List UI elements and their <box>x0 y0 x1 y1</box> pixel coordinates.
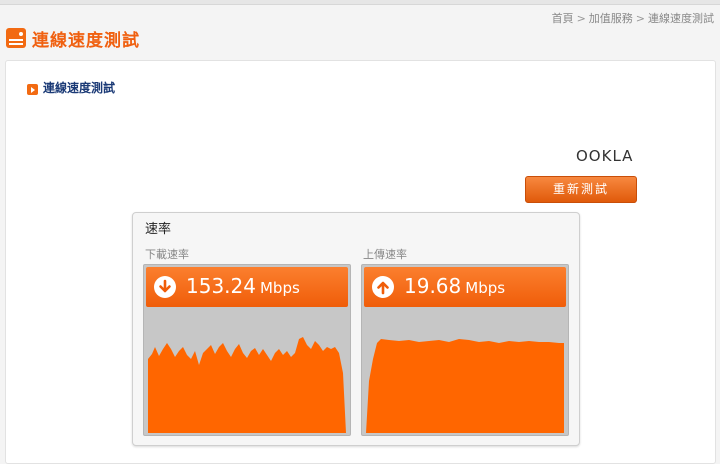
upload-graph <box>366 339 564 433</box>
upload-header: 19.68 Mbps <box>364 267 566 307</box>
upload-arrow-icon <box>372 276 394 298</box>
upload-speed-unit: Mbps <box>465 279 506 297</box>
breadcrumb: 首頁 > 加值服務 > 連線速度測試 <box>552 10 714 26</box>
download-arrow-icon <box>154 276 176 298</box>
breadcrumb-separator: > <box>635 12 645 25</box>
download-card: 153.24 Mbps <box>143 264 351 436</box>
speedtest-header-icon <box>6 28 26 48</box>
download-graph <box>148 337 346 433</box>
upload-speed: 19.68 Mbps <box>404 274 505 298</box>
main-panel: 連線速度測試 OOKLA 重新測試 速率 下載速率 上傳速率 153.24 Mbp… <box>5 60 716 464</box>
download-header: 153.24 Mbps <box>146 267 348 307</box>
section-title: 連線速度測試 <box>43 81 116 95</box>
speed-title: 速率 <box>145 222 172 237</box>
upload-label: 上傳速率 <box>363 248 407 261</box>
breadcrumb-separator: > <box>576 12 586 25</box>
top-border <box>0 0 720 5</box>
page-title: 連線速度測試 <box>32 31 140 51</box>
ookla-logo: OOKLA <box>576 147 634 165</box>
breadcrumb-current: 連線速度測試 <box>648 12 714 25</box>
section-arrow-icon <box>27 84 38 95</box>
upload-graph-area <box>366 339 564 433</box>
breadcrumb-home[interactable]: 首頁 <box>552 12 574 25</box>
download-speed-value: 153.24 <box>186 274 256 298</box>
download-graph-area <box>148 337 346 433</box>
speed-result-box: 速率 下載速率 上傳速率 153.24 Mbps 19.68 Mbps <box>132 212 580 446</box>
download-speed-unit: Mbps <box>259 279 300 297</box>
upload-card: 19.68 Mbps <box>361 264 569 436</box>
breadcrumb-services[interactable]: 加值服務 <box>589 12 633 25</box>
retest-button[interactable]: 重新測試 <box>525 176 637 203</box>
download-speed: 153.24 Mbps <box>186 274 300 298</box>
upload-speed-value: 19.68 <box>404 274 462 298</box>
download-label: 下載速率 <box>145 248 189 261</box>
